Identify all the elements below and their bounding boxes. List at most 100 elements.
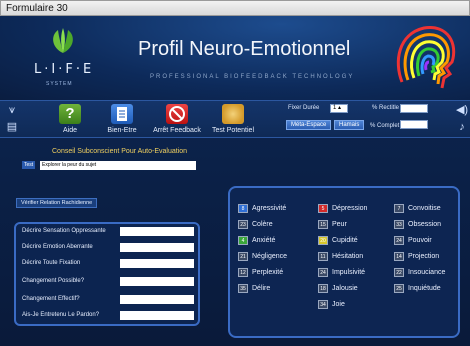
- rectitle-field[interactable]: [400, 104, 428, 113]
- emotion-number: 33: [394, 220, 404, 229]
- emotion-item[interactable]: 20 Cupidité: [318, 236, 358, 245]
- emotion-number: 24: [394, 236, 404, 245]
- complet-field[interactable]: [400, 120, 428, 129]
- emotion-item[interactable]: 14 Projection: [394, 252, 439, 261]
- question-label: Changement Possible?: [22, 278, 85, 284]
- emotion-label: Obsession: [408, 221, 442, 228]
- question-label: Décrire Emotion Aberrante: [22, 244, 93, 250]
- toolbar: ⩛ ▤ ? Aide Bien-Etre Arrêt Feedback Test…: [0, 100, 470, 138]
- arret-feedback-button[interactable]: Arrêt Feedback: [150, 104, 204, 134]
- life-system-logo: L·I·F·E SYSTEM: [30, 26, 100, 96]
- emotion-number: 15: [318, 220, 328, 229]
- emotion-item[interactable]: 35 Délire: [238, 284, 270, 293]
- emotion-number: 8: [238, 204, 248, 213]
- emotion-item[interactable]: 12 Perplexité: [238, 268, 283, 277]
- emotion-item[interactable]: 21 Négligence: [238, 252, 287, 261]
- emotion-number: 20: [318, 236, 328, 245]
- question-field[interactable]: [120, 277, 194, 286]
- verify-rachidienne-button[interactable]: Vérifier Relation Rachidienne: [16, 198, 98, 208]
- music-note-icon[interactable]: ♪: [455, 120, 469, 134]
- question-field[interactable]: [120, 311, 194, 320]
- emotion-number: 25: [394, 284, 404, 293]
- stop-icon: [166, 104, 188, 124]
- leaf-icon: [53, 28, 73, 53]
- test-input[interactable]: Explorer la peur du sujet: [40, 161, 196, 170]
- emotion-label: Pouvoir: [408, 237, 432, 244]
- emotion-item[interactable]: 33 Obsession: [394, 220, 441, 229]
- meta-espace-button[interactable]: Méta-Espace: [286, 120, 332, 130]
- help-button[interactable]: ? Aide: [56, 104, 84, 134]
- emotion-item[interactable]: 23 Colère: [238, 220, 273, 229]
- emotion-item[interactable]: 5 Dépression: [318, 204, 367, 213]
- app-window: L·I·F·E SYSTEM Profil Neuro-Emotionnel P…: [0, 16, 470, 346]
- emotion-label: Anxiété: [252, 237, 276, 244]
- emotions-panel: 8 Agressivité 23 Colère 4 Anxiété 21 Néglige…: [228, 186, 460, 338]
- emotion-label: Inquiétude: [408, 285, 441, 292]
- emotion-label: Peur: [332, 221, 347, 228]
- note-icon[interactable]: ▤: [5, 120, 19, 134]
- emotion-number: 18: [318, 284, 328, 293]
- emotion-item[interactable]: 25 Inquiétude: [394, 284, 441, 293]
- potential-icon: [222, 104, 244, 124]
- test-potentiel-label: Test Potentiel: [211, 127, 255, 134]
- app-title: Profil Neuro-Emotionnel: [138, 38, 351, 60]
- emotion-number: 35: [238, 284, 248, 293]
- header: L·I·F·E SYSTEM Profil Neuro-Emotionnel P…: [0, 16, 470, 100]
- emotion-item[interactable]: 7 Convoitise: [394, 204, 441, 213]
- test-potentiel-button[interactable]: Test Potentiel: [208, 104, 258, 134]
- arret-feedback-label: Arrêt Feedback: [153, 127, 201, 134]
- emotion-item[interactable]: 15 Peur: [318, 220, 347, 229]
- question-field[interactable]: [120, 243, 194, 252]
- conseil-title: Conseil Subconscient Pour Auto-Evaluatio…: [52, 148, 188, 155]
- bien-etre-label: Bien-Etre: [107, 127, 137, 134]
- logo-text: L·I·F·E: [34, 62, 95, 77]
- emotion-number: 34: [318, 300, 328, 309]
- emotion-item[interactable]: 4 Anxiété: [238, 236, 275, 245]
- emotion-label: Convoitise: [408, 205, 441, 212]
- emotion-item[interactable]: 22 Insouciance: [394, 268, 445, 277]
- question-field[interactable]: [120, 227, 194, 236]
- help-icon: ?: [59, 104, 81, 124]
- emotion-label: Cupidité: [332, 237, 358, 244]
- rainbow-head-icon: [396, 26, 456, 89]
- duree-stepper[interactable]: 1 ▴: [330, 104, 348, 113]
- document-icon: [111, 104, 133, 124]
- emotion-label: Négligence: [252, 253, 288, 260]
- bien-etre-button[interactable]: Bien-Etre: [102, 104, 142, 134]
- hamais-button[interactable]: Hamais: [334, 120, 365, 130]
- question-label: Changement Effectif?: [22, 296, 80, 302]
- window-titlebar: Formulaire 30: [0, 0, 470, 16]
- emotion-number: 4: [238, 236, 248, 245]
- question-label: Décrire Sensation Oppressante: [22, 228, 106, 234]
- emotion-label: Agressivité: [252, 205, 287, 212]
- emotion-number: 7: [394, 204, 404, 213]
- emotion-label: Hésitation: [332, 253, 364, 260]
- emotion-label: Insouciance: [408, 269, 446, 276]
- emotion-item[interactable]: 24 Impulsivité: [318, 268, 365, 277]
- emotion-number: 24: [318, 268, 328, 277]
- fixer-duree-label: Fixer Durée: [288, 105, 320, 111]
- emotion-number: 11: [318, 252, 328, 261]
- question-label: Décrire Toute Fixation: [22, 260, 81, 266]
- test-label: Test: [22, 161, 36, 169]
- emotion-number: 21: [238, 252, 248, 261]
- logo-subtext: SYSTEM: [46, 81, 73, 87]
- emotion-label: Colère: [252, 221, 273, 228]
- emotion-number: 14: [394, 252, 404, 261]
- emotion-item[interactable]: 24 Pouvoir: [394, 236, 432, 245]
- speaker-icon[interactable]: ◀): [455, 103, 469, 117]
- emotion-item[interactable]: 34 Joie: [318, 300, 345, 309]
- antenna-icon[interactable]: ⩛: [5, 103, 19, 117]
- question-field[interactable]: [120, 259, 194, 268]
- emotion-label: Projection: [408, 253, 440, 260]
- emotion-number: 5: [318, 204, 328, 213]
- emotion-item[interactable]: 11 Hésitation: [318, 252, 363, 261]
- emotion-label: Joie: [332, 301, 345, 308]
- app-subtitle: PROFESSIONAL BIOFEEDBACK TECHNOLOGY: [150, 74, 355, 80]
- emotion-item[interactable]: 18 Jalousie: [318, 284, 358, 293]
- emotion-item[interactable]: 8 Agressivité: [238, 204, 286, 213]
- emotion-label: Perplexité: [252, 269, 284, 276]
- rectitle-label: % Rectitle: [372, 105, 400, 111]
- question-field[interactable]: [120, 295, 194, 304]
- window-title: Formulaire 30: [6, 3, 68, 14]
